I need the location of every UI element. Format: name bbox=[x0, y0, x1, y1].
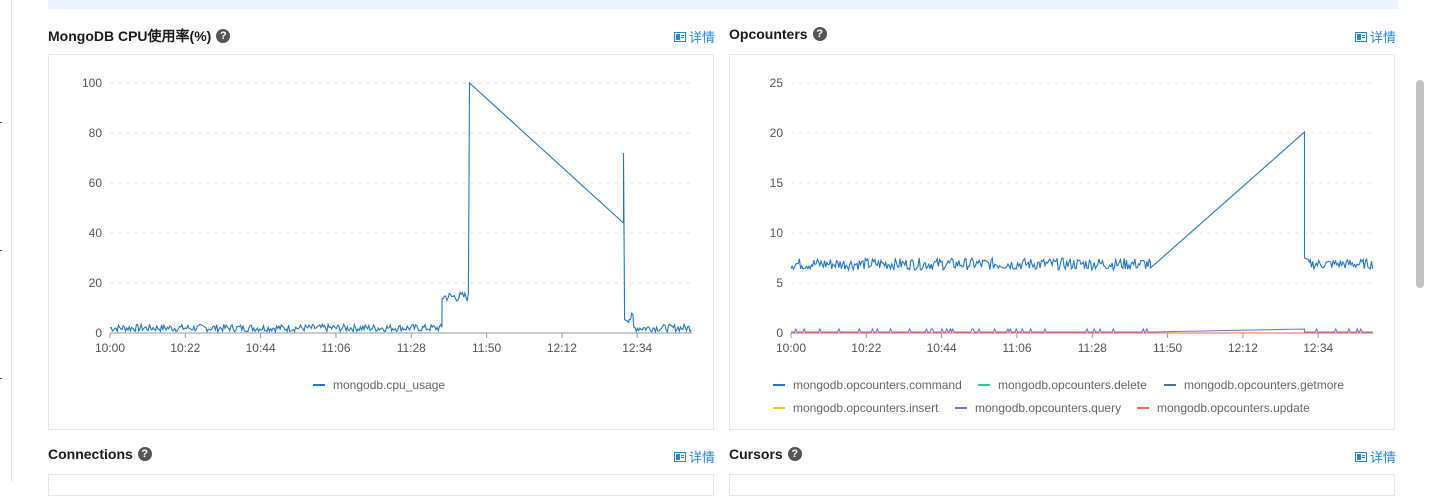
cursors-panel-title-text: Cursors bbox=[729, 446, 783, 462]
cpu-panel-title: MongoDB CPU使用率(%) ? bbox=[48, 26, 231, 46]
x-tick-label: 10:22 bbox=[170, 341, 200, 355]
help-icon[interactable]: ? bbox=[137, 447, 152, 461]
legend-label: mongodb.opcounters.update bbox=[1157, 401, 1310, 415]
y-tick-label: 15 bbox=[770, 176, 784, 190]
x-tick-label: 11:06 bbox=[1002, 341, 1031, 355]
connections-chart bbox=[48, 474, 714, 496]
opcounters-panel-title: Opcounters ? bbox=[729, 26, 827, 42]
detail-icon bbox=[1355, 31, 1367, 42]
help-icon[interactable]: ? bbox=[216, 29, 231, 43]
connections-detail-label: 详情 bbox=[689, 450, 716, 465]
opcounters-chart: 0 5 10 15 20 25 10:00 10:22 10:44 11:06 11:28 11:50… bbox=[729, 54, 1395, 430]
chart-svg: 0 5 10 15 20 25 10:00 10:22 10:44 11:06 11:28 11:50… bbox=[770, 76, 1374, 415]
y-tick-label: 20 bbox=[89, 276, 103, 290]
cursors-panel-title: Cursors ? bbox=[729, 446, 802, 462]
y-tick-label: 5 bbox=[776, 276, 783, 290]
detail-icon bbox=[1355, 451, 1367, 462]
y-tick-label: 40 bbox=[89, 226, 103, 240]
legend-label: mongodb.opcounters.delete bbox=[998, 378, 1147, 392]
y-tick-label: 0 bbox=[776, 326, 783, 340]
legend-label: mongodb.opcounters.getmore bbox=[1184, 378, 1344, 392]
help-icon[interactable]: ? bbox=[787, 447, 802, 461]
y-tick-label: 0 bbox=[95, 326, 102, 340]
x-tick-label: 10:22 bbox=[851, 341, 881, 355]
legend-label: mongodb.opcounters.query bbox=[975, 401, 1121, 415]
legend-label: mongodb.opcounters.insert bbox=[793, 401, 939, 415]
cpu-chart: 0 20 40 60 80 100 10:00 10:22 10:44 11:06 11:28 11:… bbox=[48, 54, 714, 430]
x-tick-label: 11:28 bbox=[397, 341, 426, 355]
detail-icon bbox=[674, 31, 686, 42]
chart-svg: 0 20 40 60 80 100 10:00 10:22 10:44 11:06 11:28 11:… bbox=[82, 76, 692, 392]
connections-panel-title-text: Connections bbox=[48, 446, 133, 462]
detail-icon bbox=[674, 451, 686, 462]
y-tick-label: 20 bbox=[770, 126, 784, 140]
x-tick-label: 11:50 bbox=[1153, 341, 1182, 355]
series-line bbox=[790, 130, 1374, 272]
x-tick-label: 11:06 bbox=[321, 341, 350, 355]
cpu-detail-link[interactable]: 详情 bbox=[674, 27, 715, 46]
series-line bbox=[791, 327, 1373, 334]
legend-label: mongodb.cpu_usage bbox=[333, 378, 445, 392]
x-tick-label: 12:34 bbox=[622, 341, 652, 355]
x-tick-label: 12:34 bbox=[1303, 341, 1333, 355]
x-tick-label: 10:44 bbox=[246, 341, 276, 355]
x-tick-label: 11:50 bbox=[472, 341, 501, 355]
rail-marker bbox=[0, 122, 2, 123]
cpu-detail-label: 详情 bbox=[689, 30, 716, 45]
x-tick-label: 10:00 bbox=[95, 341, 125, 355]
y-tick-label: 100 bbox=[82, 76, 102, 90]
y-tick-label: 60 bbox=[89, 176, 103, 190]
connections-panel-title: Connections ? bbox=[48, 446, 152, 462]
page-scrollbar[interactable] bbox=[1416, 80, 1424, 288]
cursors-detail-link[interactable]: 详情 bbox=[1355, 447, 1396, 466]
x-tick-label: 12:12 bbox=[1228, 341, 1258, 355]
x-tick-label: 11:28 bbox=[1078, 341, 1107, 355]
x-tick-label: 10:00 bbox=[776, 341, 806, 355]
legend-label: mongodb.opcounters.command bbox=[793, 378, 962, 392]
x-tick-label: 12:12 bbox=[547, 341, 577, 355]
y-tick-label: 25 bbox=[770, 76, 784, 90]
opcounters-panel-title-text: Opcounters bbox=[729, 26, 808, 42]
series-line bbox=[109, 81, 692, 334]
rail-marker bbox=[0, 378, 2, 379]
top-banner bbox=[48, 0, 1398, 9]
left-rail bbox=[0, 0, 12, 482]
cursors-chart bbox=[729, 474, 1395, 496]
y-tick-label: 80 bbox=[89, 126, 103, 140]
cursors-detail-label: 详情 bbox=[1370, 450, 1397, 465]
rail-marker bbox=[0, 250, 2, 251]
cpu-panel-title-text: MongoDB CPU使用率(%) bbox=[48, 28, 212, 44]
opcounters-detail-link[interactable]: 详情 bbox=[1355, 27, 1396, 46]
help-icon[interactable]: ? bbox=[812, 27, 827, 41]
opcounters-detail-label: 详情 bbox=[1370, 30, 1397, 45]
y-tick-label: 10 bbox=[770, 226, 784, 240]
x-tick-label: 10:44 bbox=[927, 341, 957, 355]
connections-detail-link[interactable]: 详情 bbox=[674, 447, 715, 466]
